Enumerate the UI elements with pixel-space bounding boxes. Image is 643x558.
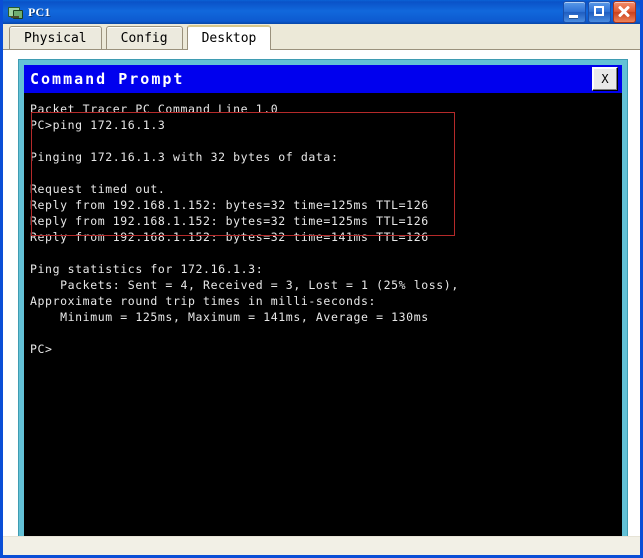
desktop-footer bbox=[3, 536, 640, 555]
network-device-icon bbox=[7, 4, 23, 20]
desktop-panel: Command Prompt X Packet Tracer PC Comman… bbox=[3, 50, 640, 555]
close-button[interactable] bbox=[613, 1, 636, 23]
pc1-window: PC1 Physical Config Desktop Command Prom… bbox=[0, 0, 643, 558]
command-prompt-titlebar: Command Prompt X bbox=[24, 65, 622, 93]
tab-desktop[interactable]: Desktop bbox=[186, 25, 272, 50]
command-prompt-title: Command Prompt bbox=[30, 70, 185, 88]
window-titlebar: PC1 bbox=[3, 0, 640, 24]
tab-desktop-label: Desktop bbox=[201, 31, 257, 46]
command-prompt-window: Command Prompt X Packet Tracer PC Comman… bbox=[19, 60, 627, 543]
minimize-button[interactable] bbox=[563, 1, 586, 23]
command-prompt-close-button[interactable]: X bbox=[592, 67, 618, 91]
command-prompt-output: Packet Tracer PC Command Line 1.0 PC>pin… bbox=[30, 102, 459, 356]
tab-config[interactable]: Config bbox=[105, 26, 183, 49]
caption-buttons bbox=[563, 1, 636, 23]
tab-physical[interactable]: Physical bbox=[9, 26, 102, 49]
command-prompt-output-area[interactable]: Packet Tracer PC Command Line 1.0 PC>pin… bbox=[24, 93, 622, 538]
maximize-button[interactable] bbox=[588, 1, 611, 23]
tab-config-label: Config bbox=[120, 30, 168, 46]
window-title: PC1 bbox=[28, 4, 51, 19]
tab-strip: Physical Config Desktop bbox=[3, 24, 640, 50]
desktop-canvas: Command Prompt X Packet Tracer PC Comman… bbox=[3, 50, 640, 543]
tab-physical-label: Physical bbox=[24, 30, 87, 46]
